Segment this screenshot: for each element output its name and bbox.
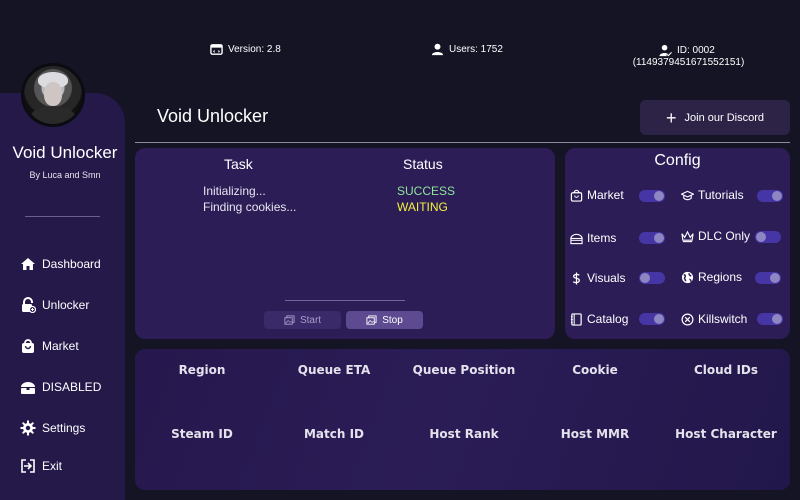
status-column-header: Status xyxy=(403,156,443,172)
killswitch-toggle[interactable] xyxy=(757,313,783,325)
catalog-toggle[interactable] xyxy=(639,313,665,325)
lock-icon xyxy=(20,297,36,313)
join-discord-label: Join our Discord xyxy=(684,111,764,124)
version-info: Version: 2.8 xyxy=(210,43,281,56)
sidebar-item-label: DISABLED xyxy=(42,380,102,394)
field-queue-eta: Queue ETA xyxy=(297,363,371,377)
config-label: Visuals xyxy=(587,271,626,285)
stop-label: Stop xyxy=(382,314,403,326)
stop-button[interactable]: Stop xyxy=(346,311,423,329)
sidebar-item-unlocker[interactable]: Unlocker xyxy=(20,297,89,313)
chest-icon xyxy=(570,232,583,245)
task-row: Initializing... xyxy=(203,184,266,198)
config-item-items: Items xyxy=(570,231,616,245)
header-divider xyxy=(135,142,790,143)
status-waiting: WAITING xyxy=(397,200,448,214)
config-item-dlc-only: DLC Only xyxy=(681,229,750,243)
config-label: Market xyxy=(587,188,624,202)
start-button[interactable]: Start xyxy=(264,311,341,329)
chest-icon xyxy=(20,379,36,395)
user-icon xyxy=(431,43,444,56)
sidebar-divider xyxy=(25,216,100,217)
browser-window-icon xyxy=(210,43,223,56)
field-cookie: Cookie xyxy=(572,363,618,377)
id-info: ID: 0002 (1149379451671552151) xyxy=(632,44,744,68)
field-match-id: Match ID xyxy=(303,427,365,441)
task-column-header: Task xyxy=(224,156,253,172)
id-number: (1149379451671552151) xyxy=(632,57,745,68)
page-title: Void Unlocker xyxy=(157,106,269,126)
sidebar-item-market[interactable]: Market xyxy=(20,338,79,354)
id-text: ID: 0002 xyxy=(677,45,715,56)
dollar-icon xyxy=(570,271,583,285)
plus-icon: + xyxy=(666,107,677,128)
field-region: Region xyxy=(178,363,226,377)
graduation-cap-icon xyxy=(681,189,694,202)
app-title: Void Unlocker xyxy=(12,143,118,162)
status-success: SUCCESS xyxy=(397,184,456,198)
home-icon xyxy=(20,256,36,272)
regions-toggle[interactable] xyxy=(755,272,781,284)
dlc-only-toggle[interactable] xyxy=(755,231,781,243)
config-label: Tutorials xyxy=(698,188,744,202)
sidebar-item-label: Settings xyxy=(42,421,86,435)
sidebar-item-dashboard[interactable]: Dashboard xyxy=(20,256,101,272)
config-label: Regions xyxy=(698,270,743,284)
users-info: Users: 1752 xyxy=(431,43,503,56)
user-check-icon xyxy=(659,44,672,57)
bag-icon xyxy=(570,189,583,202)
images-icon xyxy=(284,314,295,326)
config-label: Catalog xyxy=(587,312,629,326)
sidebar-item-label: Exit xyxy=(42,459,63,473)
config-item-tutorials: Tutorials xyxy=(681,188,744,202)
field-queue-position: Queue Position xyxy=(412,363,516,377)
task-panel: Task Status Initializing... SUCCESS Find… xyxy=(135,148,555,339)
field-host-rank: Host Rank xyxy=(429,427,499,441)
market-toggle[interactable] xyxy=(639,190,665,202)
sidebar-item-settings[interactable]: Settings xyxy=(20,420,85,436)
config-title: Config xyxy=(654,152,701,169)
config-item-market: Market xyxy=(570,188,624,202)
close-circle-icon xyxy=(681,313,694,326)
avatar xyxy=(21,63,85,127)
config-item-visuals: Visuals xyxy=(570,271,625,285)
field-host-character: Host Character xyxy=(675,427,777,441)
sidebar-item-label: Market xyxy=(42,339,79,353)
exit-icon xyxy=(20,458,36,474)
crown-icon xyxy=(681,230,694,243)
config-item-killswitch: Killswitch xyxy=(681,312,747,326)
app-subtitle: By Luca and Smn xyxy=(29,170,101,180)
version-text: Version: 2.8 xyxy=(228,44,281,55)
items-toggle[interactable] xyxy=(639,232,665,244)
info-panel: Region Queue ETA Queue Position Cookie C… xyxy=(135,349,790,490)
field-cloud-ids: Cloud IDs xyxy=(693,363,759,377)
sidebar-item-label: Dashboard xyxy=(42,257,101,271)
tutorials-toggle[interactable] xyxy=(757,190,783,202)
sidebar-item-exit[interactable]: Exit xyxy=(20,458,62,474)
config-item-catalog: Catalog xyxy=(570,312,628,326)
task-divider xyxy=(285,300,405,301)
config-item-regions: Regions xyxy=(681,270,742,284)
globe-icon xyxy=(681,271,694,284)
field-host-mmr: Host MMR xyxy=(560,427,630,441)
config-panel: Config Market Tutorials Items DLC Only V… xyxy=(565,148,790,339)
gear-icon xyxy=(20,420,36,436)
field-steam-id: Steam ID xyxy=(171,427,233,441)
config-label: Items xyxy=(587,231,617,245)
join-discord-button[interactable]: + Join our Discord xyxy=(640,100,790,135)
images-icon xyxy=(366,314,377,326)
start-label: Start xyxy=(299,314,322,326)
book-icon xyxy=(570,312,583,326)
sidebar-item-disabled[interactable]: DISABLED xyxy=(20,379,101,395)
sidebar-item-label: Unlocker xyxy=(42,298,90,312)
bag-icon xyxy=(20,338,36,354)
config-label: Killswitch xyxy=(698,312,748,326)
config-label: DLC Only xyxy=(698,229,751,243)
task-row: Finding cookies... xyxy=(203,200,297,214)
visuals-toggle[interactable] xyxy=(639,272,665,284)
users-text: Users: 1752 xyxy=(449,44,503,55)
